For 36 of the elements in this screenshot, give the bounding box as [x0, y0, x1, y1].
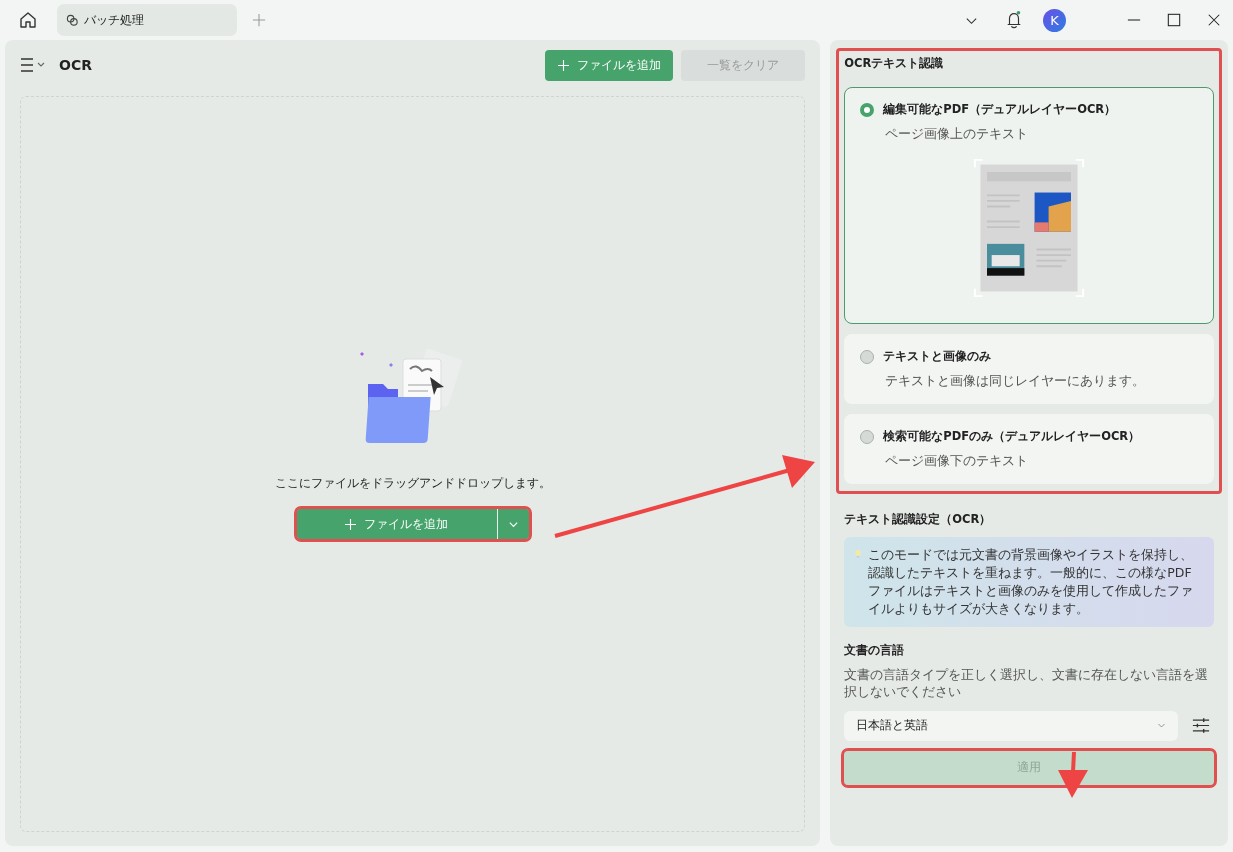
close-icon[interactable]: [1207, 13, 1221, 27]
radio-button[interactable]: [860, 349, 875, 364]
section-title: 文書の言語: [844, 642, 906, 658]
sliders-icon[interactable]: [1192, 717, 1210, 734]
annotation-arrow: [1058, 751, 1088, 798]
option-description: ページ画像下のテキスト: [885, 453, 1030, 470]
section-title: テキスト認識設定（OCR）: [844, 512, 993, 527]
option-label: 検索可能なPDFのみ（デュアルレイヤーOCR）: [883, 429, 1141, 444]
option-card[interactable]: 検索可能なPDFのみ（デュアルレイヤーOCR） ページ画像下のテキスト: [844, 414, 1214, 484]
option-description: ページ画像上のテキスト: [885, 126, 1030, 143]
option-card[interactable]: 編集可能なPDF（デュアルレイヤーOCR） ページ画像上のテキスト: [844, 87, 1214, 324]
user-avatar[interactable]: K: [1043, 8, 1066, 32]
section-title: OCRテキスト認識: [844, 56, 945, 71]
radio-button[interactable]: [860, 102, 875, 117]
language-description: 文書の言語タイプを正しく選択し、文書に存在しない言語を選択しないでください: [844, 665, 1210, 701]
plus-icon: [345, 518, 357, 530]
home-icon[interactable]: [18, 10, 38, 30]
drop-hint: ここにファイルをドラッグアンドドロップします。: [274, 476, 551, 491]
drop-zone[interactable]: ここにファイルをドラッグアンドドロップします。 ファイルを追加: [20, 96, 806, 832]
lightbulb-icon: [854, 549, 863, 559]
language-select[interactable]: 日本語と英語: [844, 710, 1178, 741]
tab-icon: [66, 13, 79, 27]
panel-title: OCR: [59, 57, 92, 73]
bell-icon[interactable]: [1005, 10, 1023, 30]
info-text: このモードでは元文書の背景画像やイラストを保持し、認識したテキストを重ねます。一般的に、この様なPDFファイルはテキストと画像のみを使用して作成したファイルよりもサイズが大きくなります。: [868, 546, 1195, 619]
maximize-icon[interactable]: [1167, 13, 1181, 27]
option-label: テキストと画像のみ: [883, 349, 992, 364]
chevron-down-icon: [1157, 721, 1166, 730]
radio-button[interactable]: [860, 429, 875, 444]
option-label: 編集可能なPDF（デュアルレイヤーOCR）: [883, 102, 1117, 117]
option-card[interactable]: テキストと画像のみ テキストと画像は同じレイヤーにあります。: [844, 334, 1214, 404]
menu-button[interactable]: [20, 57, 46, 73]
option-description: テキストと画像は同じレイヤーにあります。: [885, 373, 1147, 390]
dropdown-button[interactable]: [496, 509, 529, 539]
plus-icon: [557, 59, 569, 71]
tab[interactable]: バッチ処理: [57, 4, 237, 36]
